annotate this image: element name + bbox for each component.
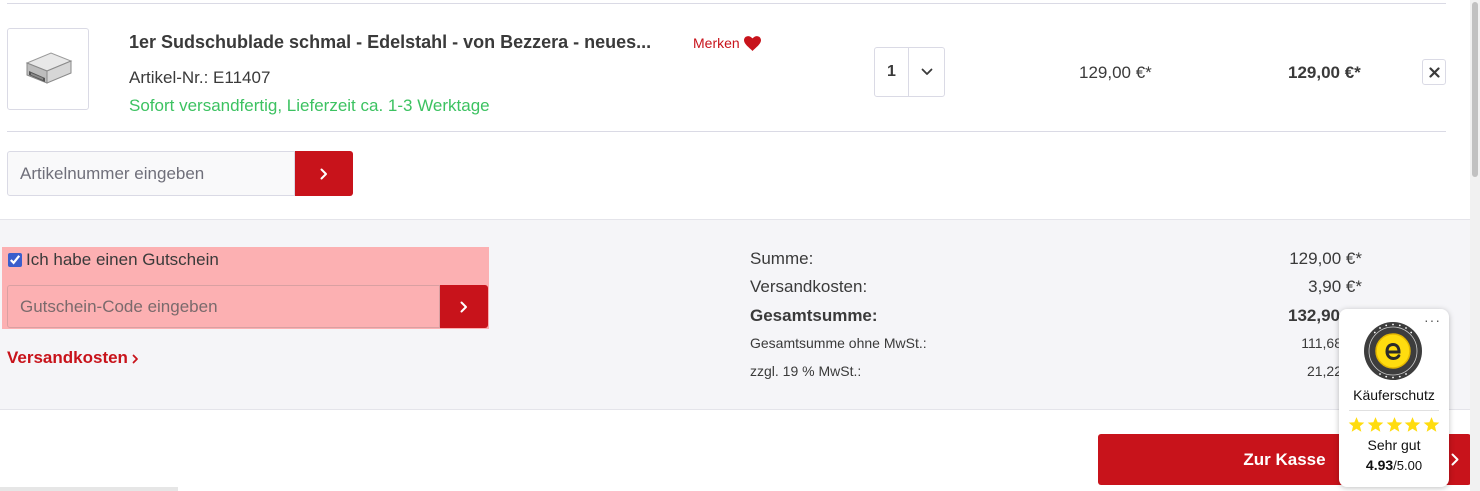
star-icon	[1348, 417, 1365, 432]
unit-price: 129,00 €*	[1079, 63, 1152, 82]
grand-total-value: 132,90	[1288, 306, 1340, 325]
voucher-checkbox[interactable]	[8, 253, 22, 267]
chevron-right-icon	[460, 301, 467, 312]
row-divider	[7, 131, 1446, 132]
star-icon	[1423, 417, 1440, 432]
vat-label: zzgl. 19 % MwSt.:	[750, 363, 862, 379]
product-thumbnail[interactable]	[7, 28, 89, 110]
merken-label: Merken	[693, 35, 740, 51]
badge-menu-icon[interactable]: ···	[1424, 312, 1441, 328]
remove-item-button[interactable]	[1422, 59, 1446, 85]
checkout-label: Zur Kasse	[1243, 449, 1326, 469]
trusted-shops-badge[interactable]: ··· Käuferschutz Sehr gut 4.93/5.00	[1339, 309, 1449, 487]
grand-total-label: Gesamtsumme:	[750, 306, 878, 325]
voucher-checkbox-label: Ich habe einen Gutschein	[26, 250, 219, 269]
star-icon	[1367, 417, 1384, 432]
rating-score: 4.93/5.00	[1339, 457, 1449, 473]
shipping-costs-link[interactable]: Versandkosten	[7, 348, 139, 368]
line-total-price: 129,00 €*	[1288, 63, 1361, 82]
star-icon	[1404, 417, 1421, 432]
quantity-select[interactable]: 1	[874, 47, 945, 97]
star-icon	[1386, 417, 1402, 432]
add-article-button[interactable]	[295, 151, 353, 196]
buyer-protection-title: Käuferschutz	[1353, 387, 1435, 403]
voucher-code-input[interactable]	[7, 285, 440, 328]
product-title[interactable]: 1er Sudschublade schmal - Edelstahl - vo…	[129, 32, 651, 53]
redeem-voucher-button[interactable]	[440, 285, 488, 328]
chevron-down-icon	[921, 68, 932, 75]
bottom-strip	[0, 487, 178, 491]
shipping-costs-label: Versandkosten	[7, 348, 128, 367]
cart-item-row: 1er Sudschublade schmal - Edelstahl - vo…	[0, 0, 1480, 133]
net-total-value: 111,68	[1301, 335, 1342, 351]
trusted-shops-seal-icon	[1364, 322, 1422, 380]
quantity-value: 1	[875, 48, 909, 96]
voucher-toggle[interactable]: Ich habe einen Gutschein	[8, 250, 219, 270]
close-icon	[1428, 66, 1440, 78]
rating-score-value: 4.93	[1365, 457, 1394, 473]
heart-icon	[743, 35, 761, 51]
chevron-right-icon	[1451, 453, 1459, 466]
merken-button[interactable]: Merken	[693, 35, 761, 51]
quantity-dropdown-toggle[interactable]	[909, 48, 944, 96]
vat-value: 21,22	[1306, 363, 1342, 379]
subtotal-value: 129,00 €*	[1289, 249, 1362, 268]
badge-divider	[1349, 410, 1439, 411]
chevron-right-icon	[320, 168, 327, 179]
chevron-right-icon	[132, 354, 138, 364]
add-article-form	[7, 151, 353, 196]
rating-text: Sehr gut	[1367, 437, 1421, 453]
scrollbar-thumb[interactable]	[1472, 2, 1478, 177]
rating-score-max: /5.00	[1393, 458, 1423, 473]
net-total-label: Gesamtsumme ohne MwSt.:	[750, 335, 927, 351]
voucher-form	[7, 285, 488, 328]
article-number-input[interactable]	[7, 151, 295, 196]
shipping-label: Versandkosten:	[750, 277, 868, 296]
rating-stars	[1348, 416, 1440, 434]
shipping-value: 3,90 €*	[1308, 277, 1362, 296]
delivery-status: Sofort versandfertig, Lieferzeit ca. 1-3…	[129, 96, 490, 115]
article-number: Artikel-Nr.: E11407	[129, 68, 271, 87]
drawer-product-image	[25, 52, 73, 84]
subtotal-label: Summe:	[750, 249, 814, 268]
